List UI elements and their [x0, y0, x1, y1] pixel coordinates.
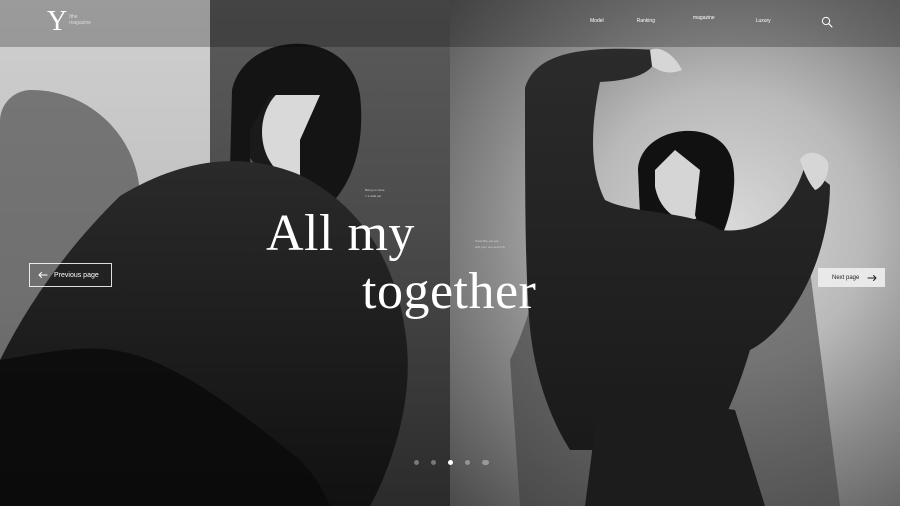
page-dot-3[interactable]: [448, 460, 453, 465]
nav-item-luxury[interactable]: Luxury: [756, 18, 771, 24]
previous-page-label: Previous page: [54, 271, 99, 279]
left-model-figure: [0, 43, 408, 506]
right-photo-panel: [450, 0, 900, 506]
arrow-left-icon: [38, 272, 48, 278]
right-model-figure: [510, 48, 840, 506]
search-icon[interactable]: [821, 16, 833, 28]
page-dot-5[interactable]: [482, 460, 489, 465]
next-page-button[interactable]: Next page: [818, 268, 885, 287]
nav-item-magazine[interactable]: magazine: [693, 15, 715, 21]
nav-item-ranking[interactable]: Ranking: [637, 18, 655, 24]
arrow-right-icon: [867, 274, 877, 281]
pagination-dots: [414, 460, 489, 465]
left-photo-panel: [0, 0, 450, 506]
page-dot-1[interactable]: [414, 460, 419, 465]
brand-logo[interactable]: Y Ithe magazine: [47, 8, 109, 36]
logo-text: Ithe magazine: [69, 14, 109, 26]
logo-mark: Y: [47, 6, 68, 37]
page-dot-4[interactable]: [465, 460, 470, 465]
page-dot-2[interactable]: [431, 460, 436, 465]
top-navigation-bar: Y Ithe magazine Model Ranking magazine L…: [0, 0, 900, 47]
logo-text-line-2: magazine: [69, 20, 91, 26]
previous-page-button[interactable]: Previous page: [29, 263, 112, 287]
next-page-label: Next page: [832, 274, 860, 281]
main-nav: Model Ranking magazine Luxury: [590, 15, 771, 24]
nav-item-model[interactable]: Model: [590, 18, 604, 24]
